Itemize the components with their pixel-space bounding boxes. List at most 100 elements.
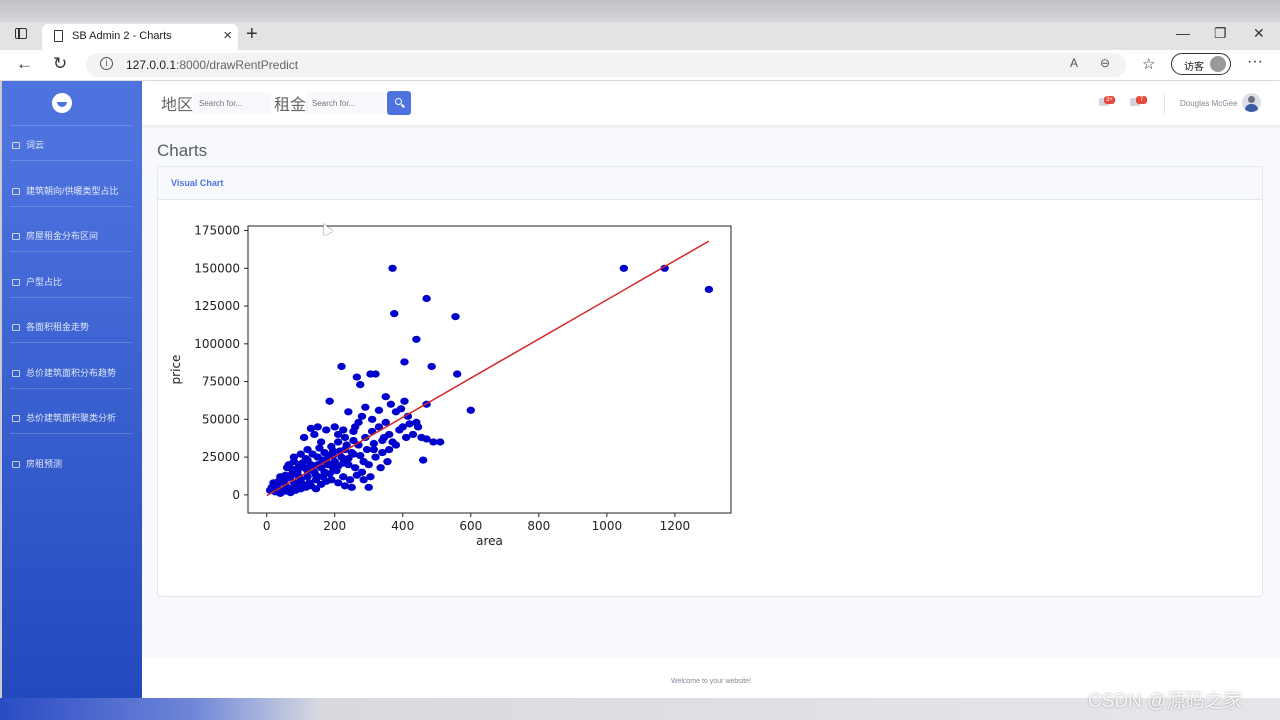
zoom-icon[interactable]: ⊖ xyxy=(1100,56,1110,70)
data-point xyxy=(356,381,365,389)
data-point xyxy=(328,464,338,472)
footer-text: Welcome to your website! xyxy=(670,678,751,685)
data-point xyxy=(390,310,399,318)
y-axis-label: price xyxy=(169,355,183,385)
data-point xyxy=(619,264,629,272)
site-info-icon[interactable]: i xyxy=(100,57,113,70)
watermark: CSDN @源码之家 xyxy=(1088,691,1243,712)
search-button[interactable] xyxy=(387,91,411,115)
more-menu-icon[interactable]: ··· xyxy=(1247,53,1263,71)
data-point xyxy=(333,438,343,446)
browser-tab[interactable]: SB Admin 2 - Charts × xyxy=(42,24,238,50)
sidebar-item-wordcloud[interactable]: 词云 xyxy=(12,138,44,151)
x-tick-label: 200 xyxy=(323,519,346,533)
minimize-icon[interactable]: — xyxy=(1176,25,1190,41)
data-point xyxy=(418,456,428,464)
tab-actions-icon[interactable] xyxy=(15,28,27,39)
sidebar-item-rent-distribution[interactable]: 房屋租金分布区间 xyxy=(12,229,98,242)
new-tab-icon[interactable]: + xyxy=(246,23,258,46)
sidebar-item-area-rent-trend[interactable]: 各面积租金走势 xyxy=(12,320,89,333)
data-point xyxy=(337,362,346,371)
data-point xyxy=(284,461,294,469)
x-tick-label: 600 xyxy=(459,519,482,533)
profile-avatar xyxy=(1210,56,1226,72)
data-point xyxy=(352,373,362,381)
topbar-divider xyxy=(1164,93,1165,115)
y-tick-label: 100000 xyxy=(194,337,240,351)
favorites-icon[interactable]: ☆ xyxy=(1142,55,1155,73)
x-tick-label: 400 xyxy=(391,519,414,533)
sidebar-divider xyxy=(10,342,132,343)
data-point xyxy=(328,447,338,455)
data-point xyxy=(293,465,302,473)
data-point xyxy=(704,285,714,294)
url-text: 127.0.0.1:8000/drawRentPredict xyxy=(126,58,299,72)
user-avatar[interactable] xyxy=(1242,93,1261,112)
sidebar-item-layout-share[interactable]: 户型占比 xyxy=(12,275,62,288)
sidebar-item-cluster-analysis[interactable]: 总价建筑面积聚类分析 xyxy=(12,411,116,424)
sidebar-divider xyxy=(10,125,132,126)
data-point xyxy=(386,400,396,408)
data-point xyxy=(374,406,384,414)
data-point xyxy=(349,436,358,445)
back-icon[interactable]: ← xyxy=(16,54,33,74)
sidebar-divider xyxy=(10,297,132,298)
data-point xyxy=(316,438,326,446)
data-point xyxy=(344,408,353,416)
close-tab-icon[interactable]: × xyxy=(223,27,232,44)
data-point xyxy=(384,445,394,454)
page-icon xyxy=(54,30,63,42)
url-field[interactable]: i 127.0.0.1:8000/drawRentPredict A ⊖ xyxy=(86,53,1126,77)
rent-search-input[interactable] xyxy=(306,92,384,114)
y-tick-label: 50000 xyxy=(202,412,240,426)
data-point xyxy=(350,423,360,431)
data-point xyxy=(352,471,362,479)
sidebar: 词云 建筑朝向/供暖类型占比 房屋租金分布区间 户型占比 各面积租金走势 总价建… xyxy=(2,81,142,698)
table-icon xyxy=(12,370,20,377)
close-window-icon[interactable]: ✕ xyxy=(1253,25,1265,42)
data-point xyxy=(345,476,355,484)
data-point xyxy=(388,438,397,446)
restore-icon[interactable]: ❐ xyxy=(1214,25,1227,42)
data-point xyxy=(405,420,414,428)
card-header: Visual Chart xyxy=(158,167,1262,200)
data-point xyxy=(367,415,377,423)
profile-button[interactable]: 访客 xyxy=(1171,53,1231,75)
data-point xyxy=(452,370,462,378)
x-tick-label: 1200 xyxy=(660,519,691,533)
data-point xyxy=(376,464,385,472)
regression-line xyxy=(266,240,710,497)
browser-tab-bar: SB Admin 2 - Charts × + — ❐ ✕ xyxy=(0,22,1280,50)
region-search-input[interactable] xyxy=(193,92,271,114)
data-point xyxy=(357,412,367,420)
data-point xyxy=(427,362,436,371)
data-point xyxy=(320,468,329,476)
data-point xyxy=(350,464,360,472)
data-point xyxy=(289,453,299,461)
scatter-chart: 0 200 400 600 800 1000 1200 0 25000 50000 75000 100… xyxy=(169,224,732,548)
data-point xyxy=(466,406,475,414)
data-point xyxy=(306,424,316,433)
y-tick-label: 75000 xyxy=(202,375,240,389)
card-title: Visual Chart xyxy=(171,178,224,188)
data-point xyxy=(347,483,356,491)
sidebar-divider xyxy=(10,388,132,389)
data-point xyxy=(396,405,406,413)
brand-logo-icon[interactable] xyxy=(52,93,72,113)
sidebar-divider xyxy=(10,433,132,434)
user-name[interactable]: Douglas McGee xyxy=(1180,99,1237,108)
data-point xyxy=(381,393,390,401)
region-label: 地区 xyxy=(161,97,194,114)
data-point xyxy=(361,403,370,411)
data-point xyxy=(422,294,431,303)
sidebar-item-price-area-trend[interactable]: 总价建筑面积分布趋势 xyxy=(12,366,116,379)
refresh-icon[interactable]: ↻ xyxy=(53,54,67,74)
data-point xyxy=(364,461,373,469)
topbar: 地区 租金 3+ 7 Douglas McGee xyxy=(142,81,1280,125)
data-point xyxy=(435,438,445,446)
read-aloud-icon[interactable]: A xyxy=(1070,56,1078,70)
sidebar-item-orientation[interactable]: 建筑朝向/供暖类型占比 xyxy=(12,184,119,197)
data-point xyxy=(378,436,387,445)
x-tick-label: 800 xyxy=(527,519,550,533)
sidebar-item-rent-predict[interactable]: 房租预测 xyxy=(12,457,62,470)
